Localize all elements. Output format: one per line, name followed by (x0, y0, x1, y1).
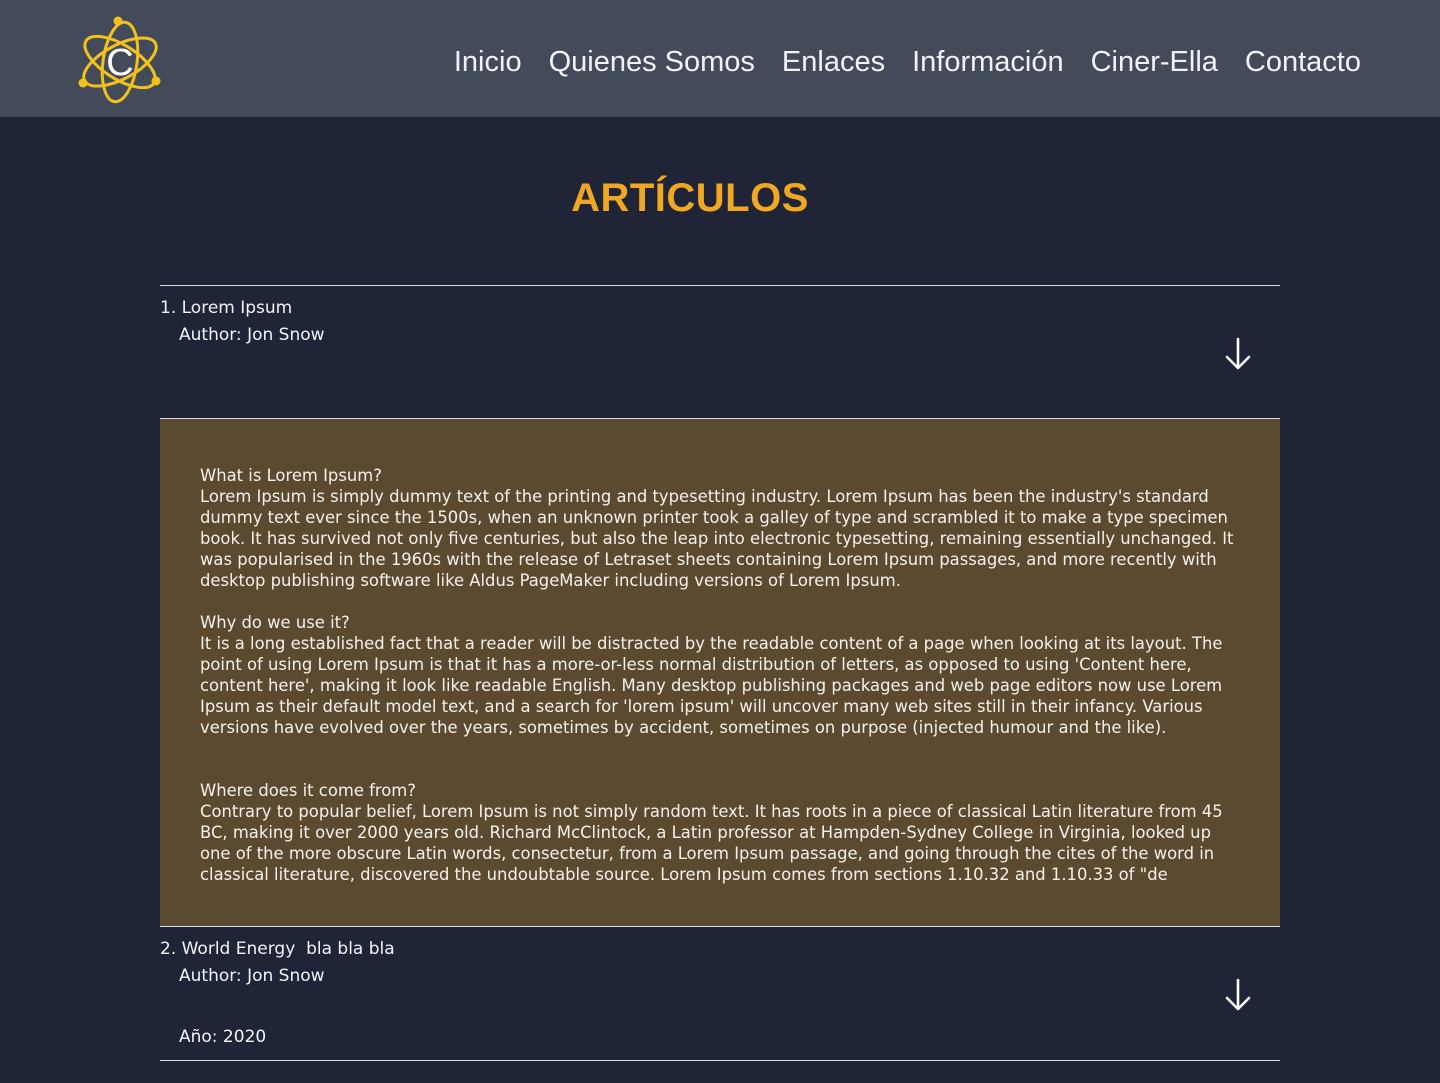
article-item: 2. World Energy bla bla bla Author: Jon … (160, 927, 1280, 1061)
section-paragraph: It is a long established fact that a rea… (200, 634, 1223, 737)
article-header[interactable]: 2. World Energy bla bla bla Author: Jon … (160, 927, 1280, 1060)
section-heading: What is Lorem Ipsum? (200, 466, 382, 485)
section-heading: Where does it come from? (200, 781, 416, 800)
arrow-down-icon[interactable] (1224, 336, 1254, 372)
section-heading: Why do we use it? (200, 613, 350, 632)
logo-letter: C (106, 42, 133, 84)
article-list: 1. Lorem Ipsum Author: Jon Snow What is … (160, 285, 1280, 1061)
nav-link-ciner-ella[interactable]: Ciner-Ella (1091, 40, 1218, 84)
arrow-down-icon[interactable] (1224, 977, 1254, 1013)
nav-link-inicio[interactable]: Inicio (454, 40, 522, 84)
article-item: 1. Lorem Ipsum Author: Jon Snow What is … (160, 286, 1280, 927)
nav-link-enlaces[interactable]: Enlaces (782, 40, 885, 84)
article-title: 2. World Energy bla bla bla (160, 939, 395, 959)
main-nav: Inicio Quienes Somos Enlaces Información… (454, 40, 1361, 84)
article-title: 1. Lorem Ipsum (160, 298, 293, 318)
article-author: Author: Jon Snow (179, 325, 325, 345)
nav-link-informacion[interactable]: Información (912, 40, 1064, 84)
article-section: Where does it come from? Contrary to pop… (200, 780, 1240, 885)
article-year: Año: 2020 (179, 1027, 267, 1047)
article-section: Why do we use it? It is a long establish… (200, 612, 1240, 738)
article-header[interactable]: 1. Lorem Ipsum Author: Jon Snow (160, 286, 1280, 418)
nav-link-contacto[interactable]: Contacto (1245, 40, 1361, 84)
page-title: ARTÍCULOS (571, 176, 809, 220)
article-section: What is Lorem Ipsum? Lorem Ipsum is simp… (200, 465, 1240, 591)
nav-link-quienes-somos[interactable]: Quienes Somos (549, 40, 755, 84)
article-author: Author: Jon Snow (179, 966, 325, 986)
atom-logo-icon[interactable]: C (74, 12, 164, 106)
section-paragraph: Contrary to popular belief, Lorem Ipsum … (200, 802, 1223, 884)
section-paragraph: Lorem Ipsum is simply dummy text of the … (200, 487, 1234, 590)
navbar: C Inicio Quienes Somos Enlaces Informaci… (0, 0, 1440, 117)
article-body: What is Lorem Ipsum? Lorem Ipsum is simp… (160, 418, 1280, 926)
